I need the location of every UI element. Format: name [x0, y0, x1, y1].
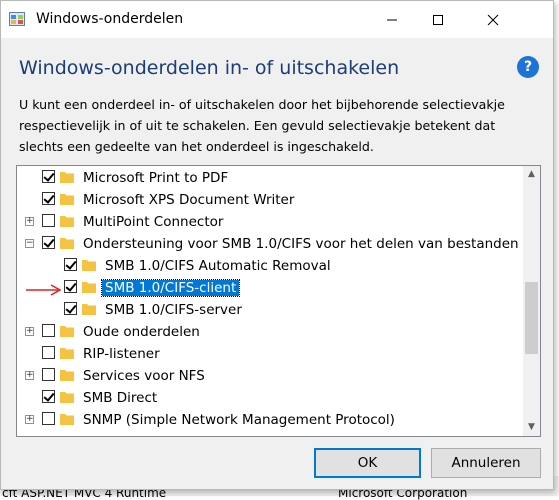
- windows-features-app-icon: [9, 12, 25, 26]
- feature-label[interactable]: Oude onderdelen: [80, 324, 203, 340]
- feature-label[interactable]: SMB 1.0/CIFS Automatic Removal: [102, 258, 334, 274]
- feature-label[interactable]: SMB Direct: [80, 390, 160, 406]
- folder-icon: [60, 216, 74, 227]
- title-bar[interactable]: Windows-onderdelen: [1, 1, 553, 38]
- feature-label[interactable]: SMB 1.0/CIFS-client: [100, 279, 241, 297]
- feature-label[interactable]: Microsoft XPS Document Writer: [80, 192, 297, 208]
- folder-icon: [60, 392, 74, 403]
- vertical-scrollbar[interactable]: ▲ ▼: [523, 166, 540, 436]
- feature-row[interactable]: Microsoft Print to PDF: [17, 167, 522, 189]
- folder-icon: [60, 348, 74, 359]
- scrollbar-thumb[interactable]: [525, 282, 538, 354]
- feature-checkbox[interactable]: [42, 412, 55, 425]
- feature-label[interactable]: MultiPoint Connector: [80, 214, 226, 230]
- feature-row[interactable]: SMB 1.0/CIFS-client: [17, 277, 522, 299]
- feature-label[interactable]: Services voor NFS: [80, 368, 208, 384]
- red-annotation-arrow: [26, 284, 62, 296]
- feature-checkbox[interactable]: [42, 346, 55, 359]
- expand-icon[interactable]: +: [25, 327, 34, 336]
- help-icon[interactable]: ?: [517, 56, 539, 78]
- scroll-down-icon[interactable]: ▼: [523, 419, 540, 436]
- windows-features-dialog: Windows-onderdelen Windows-onderdelen in…: [0, 0, 554, 490]
- folder-icon: [60, 370, 74, 381]
- feature-label[interactable]: Ondersteuning voor SMB 1.0/CIFS voor het…: [80, 236, 522, 252]
- collapse-icon[interactable]: −: [25, 239, 34, 248]
- feature-checkbox[interactable]: [42, 170, 55, 183]
- ok-button[interactable]: OK: [314, 448, 421, 478]
- dialog-heading: Windows-onderdelen in- of uitschakelen: [19, 57, 400, 79]
- feature-label[interactable]: SMB 1.0/CIFS-server: [102, 302, 245, 318]
- feature-row[interactable]: SMB Direct: [17, 387, 522, 409]
- folder-icon: [60, 172, 74, 183]
- minimize-icon: [387, 19, 397, 20]
- expand-icon[interactable]: +: [25, 415, 34, 424]
- folder-icon: [82, 282, 96, 293]
- feature-checkbox[interactable]: [42, 368, 55, 381]
- feature-row[interactable]: + Services voor NFS: [17, 365, 522, 387]
- feature-label[interactable]: RIP-listener: [80, 346, 163, 362]
- feature-label[interactable]: SNMP (Simple Network Management Protocol…: [80, 412, 398, 428]
- maximize-button[interactable]: [415, 1, 461, 38]
- feature-checkbox[interactable]: [42, 214, 55, 227]
- feature-checkbox[interactable]: [42, 236, 55, 249]
- feature-row[interactable]: − Ondersteuning voor SMB 1.0/CIFS voor he…: [17, 233, 522, 255]
- cancel-button[interactable]: Annuleren: [431, 448, 541, 478]
- folder-icon: [82, 260, 96, 271]
- feature-checkbox[interactable]: [64, 302, 77, 315]
- close-icon: [487, 14, 499, 25]
- feature-checkbox[interactable]: [42, 390, 55, 403]
- feature-row[interactable]: Microsoft XPS Document Writer: [17, 189, 522, 211]
- folder-icon: [82, 304, 96, 315]
- feature-row[interactable]: + Oude onderdelen: [17, 321, 522, 343]
- description-text: U kunt een onderdeel in- of uitschakelen…: [19, 97, 505, 154]
- folder-icon: [60, 326, 74, 337]
- features-tree[interactable]: Microsoft Print to PDF Microsoft XPS Docu…: [16, 165, 541, 437]
- maximize-icon: [433, 14, 443, 25]
- feature-label[interactable]: Microsoft Print to PDF: [80, 170, 231, 186]
- minimize-button[interactable]: [369, 1, 415, 38]
- feature-checkbox[interactable]: [64, 280, 77, 293]
- close-button[interactable]: [461, 1, 525, 38]
- feature-checkbox[interactable]: [64, 258, 77, 271]
- folder-icon: [60, 414, 74, 425]
- feature-row[interactable]: RIP-listener: [17, 343, 522, 365]
- expand-icon[interactable]: +: [25, 371, 34, 380]
- feature-row[interactable]: + SNMP (Simple Network Management Protoco…: [17, 409, 522, 431]
- folder-icon: [60, 194, 74, 205]
- feature-row[interactable]: SMB 1.0/CIFS-server: [17, 299, 522, 321]
- feature-row[interactable]: SMB 1.0/CIFS Automatic Removal: [17, 255, 522, 277]
- window-title: Windows-onderdelen: [36, 11, 184, 27]
- scroll-up-icon[interactable]: ▲: [523, 166, 540, 183]
- expand-icon[interactable]: +: [25, 217, 34, 226]
- feature-row[interactable]: + MultiPoint Connector: [17, 211, 522, 233]
- feature-checkbox[interactable]: [42, 324, 55, 337]
- folder-icon: [60, 238, 74, 249]
- feature-checkbox[interactable]: [42, 192, 55, 205]
